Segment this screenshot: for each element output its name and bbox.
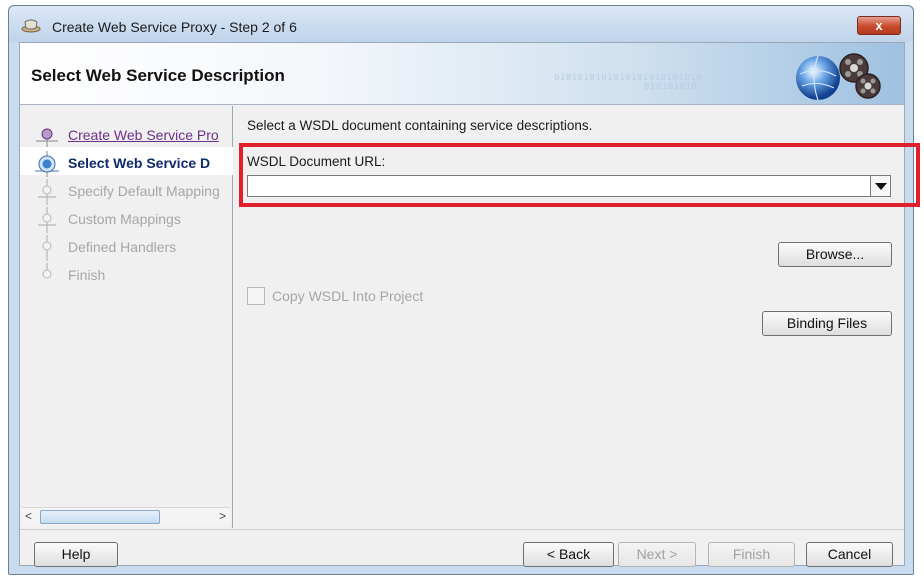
- globe-reels-icon: [796, 53, 881, 101]
- copy-wsdl-label: Copy WSDL Into Project: [272, 288, 424, 304]
- step-content-panel: Select a WSDL document containing servic…: [234, 106, 920, 528]
- title-bar[interactable]: Create Web Service Proxy - Step 2 of 6 x: [9, 6, 913, 42]
- step-label: Create Web Service Pro: [68, 127, 219, 143]
- finish-button[interactable]: Finish: [708, 542, 795, 567]
- step-label: Custom Mappings: [68, 211, 181, 227]
- binding-files-button[interactable]: Binding Files: [762, 311, 892, 336]
- wizard-window: Create Web Service Proxy - Step 2 of 6 x…: [8, 5, 920, 575]
- banner-binary-decoration: 0101010101010101010101010 010101010: [554, 74, 702, 92]
- next-button[interactable]: Next >: [618, 542, 696, 567]
- window-title: Create Web Service Proxy - Step 2 of 6: [52, 19, 297, 35]
- copy-wsdl-checkbox[interactable]: [247, 287, 265, 305]
- browse-button[interactable]: Browse...: [778, 242, 892, 267]
- step-pending-icon: [42, 235, 52, 261]
- wizard-steps-panel: Create Web Service Pro Select Web Servic…: [20, 106, 233, 528]
- step-pending-icon: [38, 207, 56, 233]
- step-custom-mappings[interactable]: Custom Mappings: [20, 203, 233, 233]
- coffee-cup-icon: [21, 19, 41, 33]
- scroll-left-icon[interactable]: <: [25, 509, 32, 523]
- wizard-banner: Select Web Service Description 010101010…: [20, 43, 904, 105]
- wizard-footer: Help < Back Next > Finish Cancel: [20, 529, 904, 567]
- step-done-icon: [36, 128, 58, 149]
- step-specify-default-mapping[interactable]: Specify Default Mapping: [20, 175, 233, 205]
- step-label: Specify Default Mapping: [68, 183, 220, 199]
- step-pending-icon: [38, 179, 56, 205]
- step-select-web-service-description[interactable]: Select Web Service D: [20, 147, 233, 177]
- steps-horizontal-scrollbar[interactable]: < >: [22, 507, 230, 525]
- red-highlight-annotation: [239, 143, 920, 207]
- step-finish[interactable]: Finish: [20, 259, 233, 287]
- page-title: Select Web Service Description: [31, 66, 285, 85]
- step-pending-icon: [42, 263, 52, 279]
- help-button[interactable]: Help: [34, 542, 118, 567]
- cancel-button[interactable]: Cancel: [806, 542, 893, 567]
- step-current-icon: [35, 151, 59, 177]
- step-label: Select Web Service D: [68, 155, 211, 171]
- step-defined-handlers[interactable]: Defined Handlers: [20, 231, 233, 261]
- step-create-web-service-proxy[interactable]: Create Web Service Pro: [20, 119, 233, 149]
- instruction-text: Select a WSDL document containing servic…: [247, 118, 593, 133]
- step-label: Finish: [68, 267, 106, 283]
- step-label: Defined Handlers: [68, 239, 177, 255]
- back-button[interactable]: < Back: [523, 542, 614, 567]
- scroll-right-icon[interactable]: >: [219, 509, 226, 523]
- wizard-body: Select Web Service Description 010101010…: [19, 42, 920, 567]
- close-button[interactable]: x: [857, 16, 901, 35]
- scrollbar-thumb[interactable]: [40, 510, 160, 524]
